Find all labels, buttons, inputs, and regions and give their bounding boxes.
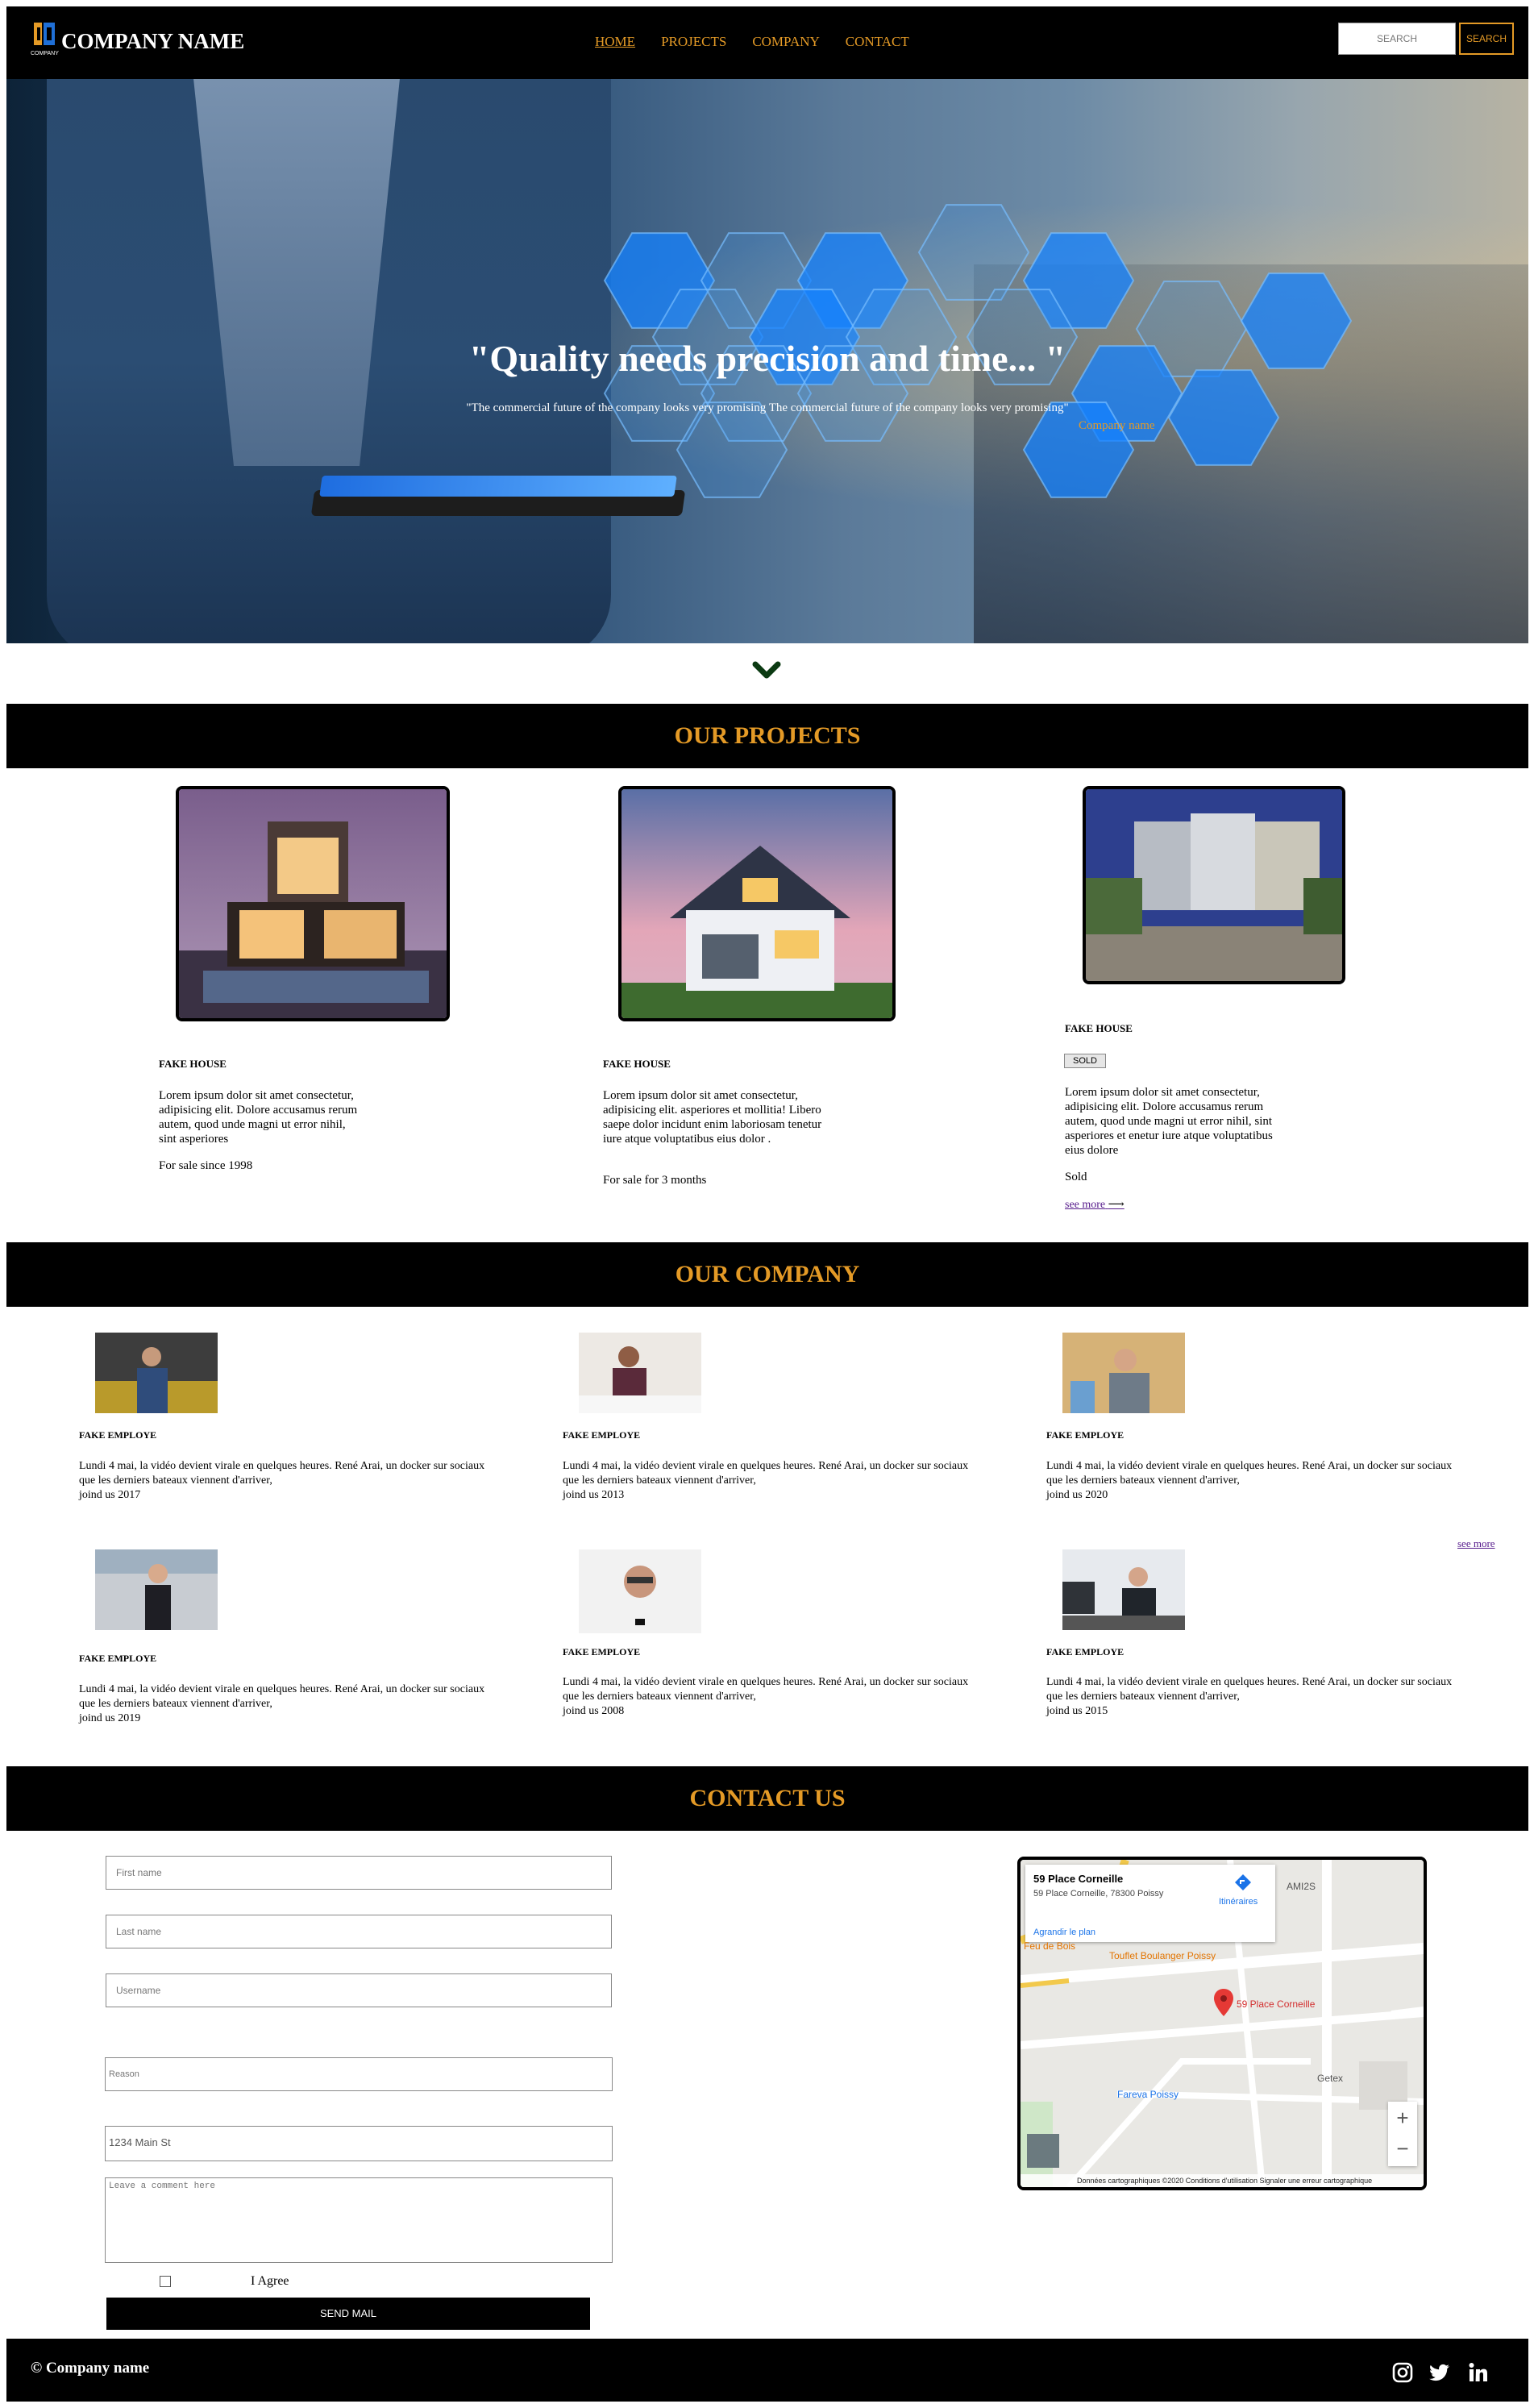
employee-title: FAKE EMPLOYE <box>79 1429 157 1441</box>
send-mail-button[interactable]: SEND MAIL <box>106 2298 590 2330</box>
map-zoom-control[interactable]: + − <box>1388 2102 1417 2166</box>
employee-title: FAKE EMPLOYE <box>1046 1429 1125 1441</box>
project-see-more-link[interactable]: see more ⟶ <box>1065 1198 1125 1212</box>
instagram-icon[interactable] <box>1391 2361 1414 2384</box>
project-description: Lorem ipsum dolor sit amet consectetur, … <box>603 1089 822 1146</box>
hexagon-shape <box>917 204 1030 301</box>
company-logo-icon[interactable]: COMPANY <box>29 19 61 68</box>
employee-photo[interactable] <box>1062 1549 1185 1630</box>
projects-heading: OUR PROJECTS <box>6 704 1528 768</box>
map-attribution: Données cartographiques ©2020 Conditions… <box>1021 2174 1424 2187</box>
map-pin-label: 59 Place Corneille <box>1237 1998 1316 2010</box>
map-poi-label: Feu de Bois <box>1024 1940 1076 1952</box>
contact-heading: CONTACT US <box>6 1766 1528 1831</box>
hexagon-shape <box>1167 369 1280 466</box>
last-name-field[interactable]: Last name <box>106 1915 612 1948</box>
employee-description: Lundi 4 mai, la vidéo devient virale en … <box>79 1683 485 1724</box>
first-name-field[interactable]: First name <box>106 1856 612 1890</box>
agree-label: I Agree <box>251 2274 289 2288</box>
search-button[interactable]: SEARCH <box>1459 23 1514 55</box>
nav-projects-link[interactable]: PROJECTS <box>661 34 726 50</box>
employee-title: FAKE EMPLOYE <box>1046 1646 1125 1657</box>
main-menu: HOME PROJECTS COMPANY CONTACT <box>595 34 909 50</box>
project-title: FAKE HOUSE <box>1065 1022 1133 1034</box>
employee-photo[interactable] <box>579 1333 701 1413</box>
svg-text:COMPANY: COMPANY <box>31 51 59 56</box>
company-see-more-link[interactable]: see more <box>1457 1537 1495 1550</box>
project-status: Sold <box>1065 1171 1087 1183</box>
hero-quote-author: Company name <box>1079 419 1155 432</box>
zoom-in-icon[interactable]: + <box>1388 2102 1417 2134</box>
nav-company-link[interactable]: COMPANY <box>752 34 819 50</box>
map-place-title: 59 Place Corneille <box>1033 1873 1124 1885</box>
employee-photo[interactable] <box>95 1549 218 1630</box>
map-directions-link[interactable]: Itinéraires <box>1219 1897 1258 1907</box>
twitter-icon[interactable] <box>1428 2361 1451 2384</box>
map-place-address: 59 Place Corneille, 78300 Poissy <box>1033 1889 1164 1899</box>
map-poi-label: AMI2S <box>1287 1881 1316 1892</box>
nav-home-link[interactable]: HOME <box>595 34 635 50</box>
sold-badge: SOLD <box>1064 1054 1106 1068</box>
linkedin-icon[interactable] <box>1467 2361 1490 2384</box>
employee-title: FAKE EMPLOYE <box>563 1429 641 1441</box>
map-enlarge-link[interactable]: Agrandir le plan <box>1033 1928 1095 1937</box>
nav-contact-link[interactable]: CONTACT <box>846 34 909 50</box>
employee-title: FAKE EMPLOYE <box>79 1653 157 1664</box>
location-map[interactable]: 59 Place Corneille 59 Place Corneille, 7… <box>1017 1857 1427 2190</box>
company-heading: OUR COMPANY <box>6 1242 1528 1307</box>
hero-subquote: "The commercial future of the company lo… <box>466 401 1069 414</box>
map-place-card[interactable]: 59 Place Corneille 59 Place Corneille, 7… <box>1025 1865 1275 1942</box>
map-poi-label: Fareva Poissy <box>1117 2089 1179 2100</box>
zoom-out-icon[interactable]: − <box>1388 2134 1417 2166</box>
employee-photo[interactable] <box>1062 1333 1185 1413</box>
employee-description: Lundi 4 mai, la vidéo devient virale en … <box>79 1460 485 1501</box>
project-title: FAKE HOUSE <box>159 1058 227 1070</box>
agree-checkbox[interactable] <box>160 2276 171 2287</box>
page-footer: © Company name <box>6 2339 1528 2402</box>
top-navbar: COMPANY COMPANY NAME HOME PROJECTS COMPA… <box>6 6 1528 79</box>
project-image-victorian-houses[interactable] <box>1083 786 1345 984</box>
username-field[interactable]: Username <box>106 1973 612 2007</box>
employee-photo[interactable] <box>579 1549 701 1633</box>
employee-photo[interactable] <box>95 1333 218 1413</box>
project-image-suburban-house[interactable] <box>618 786 896 1021</box>
project-description: Lorem ipsum dolor sit amet consectetur, … <box>1065 1086 1273 1157</box>
employee-description: Lundi 4 mai, la vidéo devient virale en … <box>1046 1460 1453 1501</box>
project-title: FAKE HOUSE <box>603 1058 671 1070</box>
project-image-modern-house[interactable] <box>176 786 450 1021</box>
employee-description: Lundi 4 mai, la vidéo devient virale en … <box>563 1676 969 1717</box>
hero-banner: "Quality needs precision and time... " "… <box>6 79 1528 643</box>
project-description: Lorem ipsum dolor sit amet consectetur, … <box>159 1089 358 1146</box>
footer-copyright: © Company name <box>31 2360 150 2377</box>
map-poi-label: Getex <box>1317 2073 1344 2084</box>
employee-description: Lundi 4 mai, la vidéo devient virale en … <box>563 1460 969 1501</box>
employee-description: Lundi 4 mai, la vidéo devient virale en … <box>1046 1676 1453 1717</box>
brand-name[interactable]: COMPANY NAME <box>61 29 244 54</box>
project-status: For sale since 1998 <box>159 1159 253 1172</box>
address-field[interactable]: 1234 Main St <box>105 2126 613 2161</box>
hero-quote: "Quality needs precision and time... " <box>468 338 1066 379</box>
map-pin-icon[interactable] <box>1214 1989 1233 2016</box>
project-status: For sale for 3 months <box>603 1174 707 1187</box>
reason-field[interactable]: Reason <box>105 2057 613 2091</box>
directions-icon[interactable] <box>1233 1873 1253 1892</box>
employee-title: FAKE EMPLOYE <box>563 1646 641 1657</box>
comment-textarea[interactable]: Leave a comment here <box>105 2177 613 2263</box>
arrow-right-icon: ⟶ <box>1108 1199 1125 1211</box>
map-poi-label: Touflet Boulanger Poissy <box>1109 1950 1216 1961</box>
search-input[interactable]: SEARCH <box>1338 23 1456 55</box>
chevron-down-icon[interactable] <box>750 655 783 687</box>
